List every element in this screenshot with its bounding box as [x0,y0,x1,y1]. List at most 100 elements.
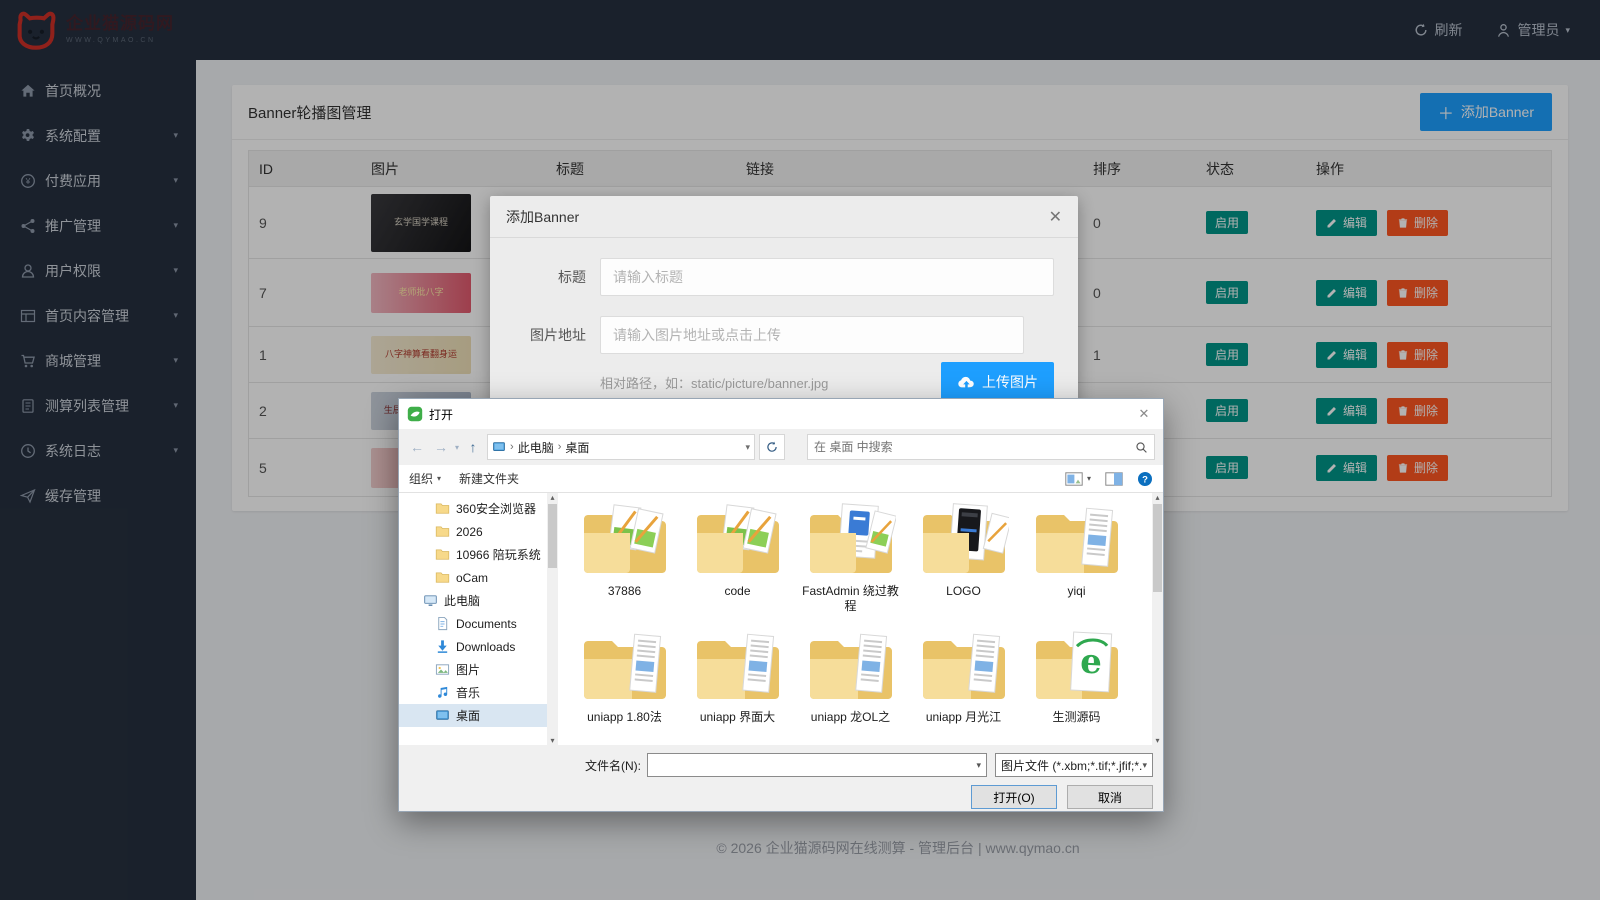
folder-icon [806,625,896,708]
folder-icon [435,501,450,516]
refresh-address-button[interactable] [759,434,785,460]
tree-item-label: oCam [456,571,488,585]
filename-combo[interactable]: ▾ [647,753,987,777]
folder-item[interactable]: LOGO [907,499,1020,625]
tree-item-folder[interactable]: oCam [399,566,547,589]
modal-title: 添加Banner [506,207,579,227]
folder-name: uniapp 1.80法 [587,710,662,725]
files-scrollbar[interactable]: ▴ ▾ [1152,493,1163,745]
upload-label: 上传图片 [982,372,1038,392]
folder-name: uniapp 界面大 [700,710,775,725]
folder-item[interactable]: uniapp 龙OL之 [794,625,907,745]
preview-pane-icon[interactable] [1105,472,1123,486]
dialog-close-icon[interactable]: ✕ [1127,400,1161,428]
scroll-down-icon[interactable]: ▾ [550,736,554,745]
open-button[interactable]: 打开(O) [971,785,1057,809]
cancel-button[interactable]: 取消 [1067,785,1153,809]
tree-item-folder[interactable]: 10966 陪玩系统 [399,543,547,566]
address-chevron-icon[interactable]: ▾ [745,442,750,453]
down-icon [435,639,450,654]
folder-icon [435,524,450,539]
organize-menu[interactable]: 组织 ▾ [409,470,441,487]
title-input[interactable] [600,258,1054,296]
folder-icon [919,625,1009,708]
folder-name: uniapp 龙OL之 [811,710,890,725]
tree-item-down[interactable]: Downloads [399,635,547,658]
file-grid: 37886codeFastAdmin 绕过教程 LOGO yiqi uniapp 1.… [558,493,1152,745]
upload-image-button[interactable]: 上传图片 [941,362,1054,402]
folder-item[interactable]: uniapp 界面大 [681,625,794,745]
folder-item[interactable]: yiqi [1020,499,1133,625]
folder-item[interactable]: e 生测源码 [1020,625,1133,745]
breadcrumb-desktop[interactable]: 桌面 [565,439,589,456]
folder-icon [580,499,670,582]
folder-icon: e [1032,625,1122,708]
path-hint: 相对路径，如：static/picture/banner.jpg [600,373,828,392]
tree-item-pic[interactable]: 图片 [399,658,547,681]
tree-item-pc[interactable]: 此电脑 [399,589,547,612]
scroll-up-icon[interactable]: ▴ [550,493,554,502]
tree-item-label: 10966 陪玩系统 [456,546,541,563]
tree-item-label: 桌面 [456,707,480,724]
folder-item[interactable]: uniapp 月光江 [907,625,1020,745]
tree-item-doc[interactable]: Documents [399,612,547,635]
tree-item-folder[interactable]: 2026 [399,520,547,543]
folder-icon [693,625,783,708]
tree-item-label: 2026 [456,525,483,539]
dialog-title: 打开 [429,406,453,423]
back-arrow-icon[interactable]: ← [407,439,427,455]
tree-item-label: 360安全浏览器 [456,500,536,517]
image-url-input[interactable] [600,316,1024,354]
folder-name: LOGO [946,584,981,599]
tree-item-music[interactable]: 音乐 [399,681,547,704]
folder-icon [919,499,1009,582]
pic-icon [435,662,450,677]
help-icon[interactable]: ? [1137,471,1153,487]
folder-name: uniapp 月光江 [926,710,1001,725]
dialog-navbar: ← → ▾ ↑ › 此电脑 › 桌面 ▾ [399,429,1163,465]
search-input[interactable] [814,440,1135,454]
refresh-icon [766,441,778,453]
doc-icon [435,616,450,631]
folder-item[interactable]: code [681,499,794,625]
app-icon [407,406,423,422]
up-arrow-icon[interactable]: ↑ [463,439,483,455]
search-box[interactable] [807,434,1155,460]
filetype-filter-value: 图片文件 (*.xbm;*.tif;*.jfif;*.pjp [1001,757,1142,774]
folder-icon [435,547,450,562]
folder-icon [1032,499,1122,582]
scroll-down-icon[interactable]: ▾ [1155,736,1159,745]
view-mode-button[interactable]: ▾ [1065,472,1091,486]
folder-name: 生测源码 [1052,710,1100,725]
new-folder-button[interactable]: 新建文件夹 [459,470,519,487]
new-folder-label: 新建文件夹 [459,470,519,487]
history-chevron-icon[interactable]: ▾ [455,443,459,452]
folder-item[interactable]: FastAdmin 绕过教程 [794,499,907,625]
breadcrumb-separator: › [558,441,562,453]
music-icon [435,685,450,700]
dialog-titlebar[interactable]: 打开 ✕ [399,399,1163,429]
folder-icon [806,499,896,582]
address-bar[interactable]: › 此电脑 › 桌面 ▾ [487,434,755,460]
chevron-down-icon: ▾ [437,474,441,483]
tree-scrollbar[interactable]: ▴ ▾ [547,493,558,745]
svg-text:?: ? [1142,474,1148,485]
folder-item[interactable]: 37886 [568,499,681,625]
modal-close-icon[interactable]: ✕ [1049,207,1062,227]
filetype-filter-select[interactable]: 图片文件 (*.xbm;*.tif;*.jfif;*.pjp ▾ [995,753,1153,777]
forward-arrow-icon[interactable]: → [431,439,451,455]
folder-item[interactable]: uniapp 1.80法 [568,625,681,745]
dialog-bottom-bar: 文件名(N): ▾ 图片文件 (*.xbm;*.tif;*.jfif;*.pjp… [399,745,1163,813]
filename-input[interactable] [653,758,976,772]
folder-tree: 360安全浏览器 2026 10966 陪玩系统 oCam 此电脑DocumentsDo… [399,493,547,745]
tree-item-desk[interactable]: 桌面 [399,704,547,727]
breadcrumb-separator: › [510,441,514,453]
scroll-up-icon[interactable]: ▴ [1155,493,1159,502]
tree-item-folder[interactable]: 360安全浏览器 [399,497,547,520]
scrollbar-thumb[interactable] [1153,504,1162,592]
filename-chevron-icon[interactable]: ▾ [976,760,981,771]
breadcrumb-this-pc[interactable]: 此电脑 [518,439,554,456]
folder-icon [693,499,783,582]
scrollbar-thumb[interactable] [548,504,557,568]
organize-label: 组织 [409,470,433,487]
